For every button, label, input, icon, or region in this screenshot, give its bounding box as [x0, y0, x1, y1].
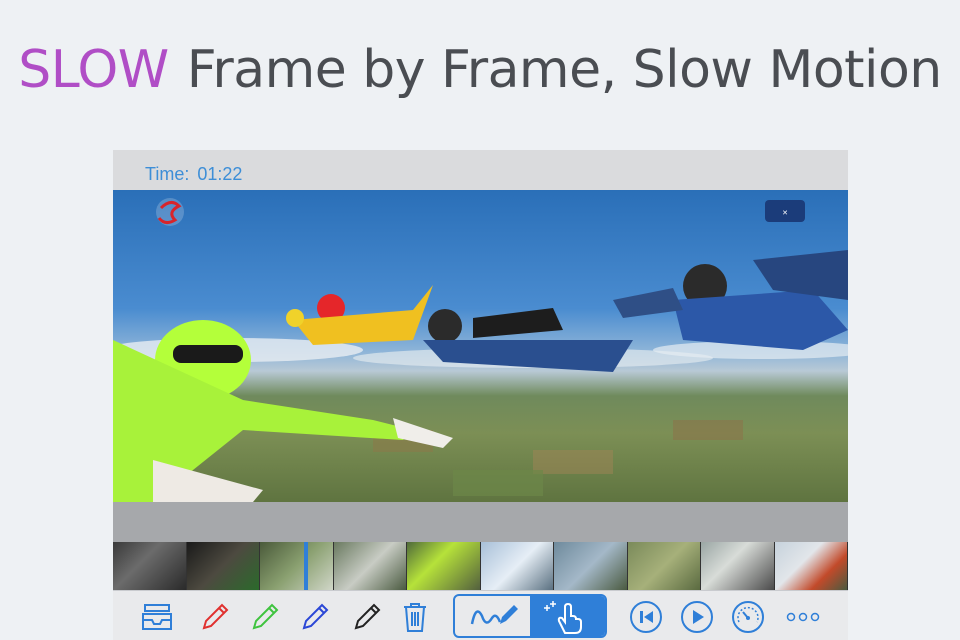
film-frame[interactable]: [554, 542, 628, 590]
delete-button[interactable]: [397, 599, 433, 635]
draw-mode-icon: [470, 605, 518, 625]
inbox-button[interactable]: [139, 599, 175, 635]
film-frame[interactable]: [627, 542, 701, 590]
play-button[interactable]: [679, 599, 715, 635]
time-readout: Time: 01:22: [145, 164, 250, 185]
blue-pencil-icon: [302, 603, 329, 630]
more-button[interactable]: [785, 599, 821, 635]
film-frame[interactable]: [113, 542, 187, 590]
film-frame[interactable]: [260, 542, 334, 590]
red-pen-button[interactable]: [197, 599, 233, 635]
previous-frame-icon: [630, 601, 662, 633]
svg-text:✕: ✕: [782, 210, 788, 217]
toolbar: [113, 590, 848, 640]
black-pen-button[interactable]: [349, 599, 385, 635]
film-frame[interactable]: [333, 542, 407, 590]
red-pencil-icon: [202, 603, 229, 630]
green-pen-button[interactable]: [247, 599, 283, 635]
time-bar: Time: 01:22: [113, 150, 848, 190]
trash-icon: [404, 603, 426, 632]
time-label: Time:: [145, 164, 190, 184]
skydivers-scene: ✕: [113, 198, 848, 502]
touch-move-button[interactable]: [530, 596, 605, 636]
inbox-tray-icon: [142, 604, 172, 630]
touch-move-icon: [543, 601, 582, 634]
film-frame[interactable]: [186, 542, 260, 590]
play-icon: [681, 601, 713, 633]
playhead[interactable]: [304, 542, 308, 590]
film-frame[interactable]: [774, 542, 848, 590]
black-pencil-icon: [354, 603, 381, 630]
film-frame[interactable]: [701, 542, 775, 590]
film-frame[interactable]: [480, 542, 554, 590]
previous-frame-button[interactable]: [628, 599, 664, 635]
blue-pen-button[interactable]: [297, 599, 333, 635]
draw-mode-button[interactable]: [455, 596, 530, 636]
speed-gauge-icon: [732, 601, 764, 633]
more-icon: [786, 612, 820, 622]
headline-accent: SLOW: [18, 40, 169, 100]
filmstrip[interactable]: [113, 542, 848, 590]
video-frame[interactable]: ✕: [113, 190, 848, 502]
time-value: 01:22: [197, 164, 243, 184]
video-letterbox: [113, 502, 848, 542]
mode-segmented-control: [453, 594, 607, 638]
green-pencil-icon: [252, 603, 279, 630]
headline: SLOW Frame by Frame, Slow Motion: [0, 38, 960, 102]
headline-text: Frame by Frame, Slow Motion: [186, 40, 943, 100]
film-frame[interactable]: [407, 542, 481, 590]
speed-button[interactable]: [730, 599, 766, 635]
video-player-app: Time: 01:22 ✕: [113, 150, 848, 640]
